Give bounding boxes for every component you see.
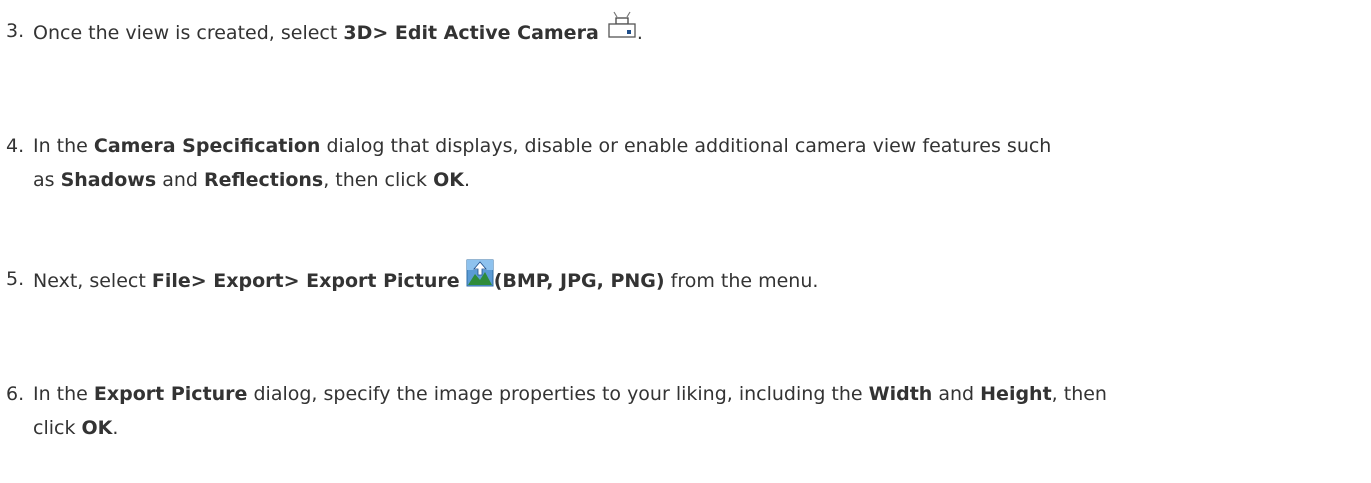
step-number: 6. — [6, 383, 25, 405]
step-text: In the Camera Specification dialog that … — [33, 129, 1333, 197]
option-shadows: Shadows — [60, 169, 157, 191]
step-number: 4. — [6, 135, 25, 157]
step-text-plain: , then — [1051, 383, 1107, 405]
step-text-plain: Once the view is created, select — [33, 22, 344, 44]
step-number: 5. — [6, 268, 25, 290]
ok-label: OK — [81, 417, 113, 439]
file-formats-label: (BMP, JPG, PNG) — [493, 270, 665, 292]
option-reflections: Reflections — [203, 169, 324, 191]
option-height: Height — [980, 383, 1052, 405]
step-text: In the Export Picture dialog, specify th… — [33, 377, 1333, 445]
step-text-plain: from the menu. — [664, 270, 819, 292]
dialog-name-camera-specification: Camera Specification — [93, 135, 321, 157]
step-text-plain: click — [33, 417, 82, 439]
step-text-plain: . — [463, 169, 470, 191]
step-number: 3. — [6, 20, 25, 42]
dialog-name-export-picture: Export Picture — [93, 383, 248, 405]
step-text-plain: . — [636, 22, 643, 44]
menu-path-edit-active-camera: 3D> Edit Active Camera — [343, 22, 599, 44]
step-text-plain: Next, select — [33, 270, 152, 292]
step-text-plain: . — [112, 417, 119, 439]
step-text-plain: dialog that displays, disable or enable … — [320, 135, 1052, 157]
step-text: Once the view is created, select 3D> Edi… — [33, 11, 1333, 53]
ok-label: OK — [433, 169, 464, 191]
camera-icon — [605, 11, 637, 50]
step-text-plain: In the — [33, 135, 94, 157]
step-text-plain: and — [156, 169, 204, 191]
option-width: Width — [868, 383, 933, 405]
step-text: Next, select File> Export> Export Pictur… — [33, 259, 1333, 301]
step-text-plain: In the — [33, 383, 94, 405]
step-text-plain: and — [932, 383, 981, 405]
step-text-plain: as — [33, 169, 61, 191]
export-picture-icon — [466, 259, 494, 298]
step-text-plain: , then click — [323, 169, 434, 191]
step-text-plain: dialog, specify the image properties to … — [247, 383, 869, 405]
menu-path-export-picture: File> Export> Export Picture — [151, 270, 460, 292]
